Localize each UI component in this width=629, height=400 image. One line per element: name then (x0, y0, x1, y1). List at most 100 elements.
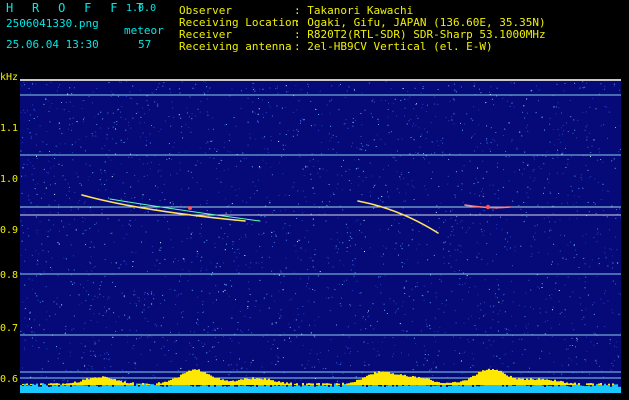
signal-peak-bar (280, 382, 282, 385)
noise-dot (339, 303, 341, 305)
noise-floor-bar (612, 385, 614, 393)
noise-dot (45, 286, 47, 288)
noise-dot (214, 247, 216, 249)
noise-dot (490, 344, 492, 346)
noise-dot (408, 244, 410, 246)
noise-dot (574, 82, 576, 84)
noise-dot (402, 301, 404, 303)
noise-dot (170, 125, 172, 127)
noise-dot (415, 212, 417, 214)
signal-peak-bar (456, 382, 458, 385)
noise-dot (527, 130, 529, 132)
noise-dot (129, 329, 131, 331)
noise-dot (176, 323, 178, 325)
noise-dot (600, 83, 602, 85)
signal-peak-bar (128, 383, 130, 385)
noise-dot (327, 350, 329, 352)
noise-dot (413, 108, 415, 110)
noise-dot (433, 362, 434, 364)
noise-dot (403, 218, 405, 219)
noise-dot (139, 122, 141, 124)
noise-dot (88, 96, 90, 97)
noise-dot (380, 138, 382, 140)
noise-dot (321, 201, 323, 203)
noise-dot (384, 143, 386, 145)
noise-dot (145, 231, 147, 233)
signal-peak-bar (600, 383, 602, 385)
noise-floor-bar (130, 384, 132, 393)
noise-dot (418, 127, 420, 129)
signal-peak-bar (30, 383, 32, 385)
noise-dot (158, 269, 160, 271)
noise-dot (615, 283, 616, 285)
noise-floor-bar (312, 383, 314, 393)
noise-floor-bar (538, 384, 540, 393)
noise-dot (544, 333, 546, 335)
noise-dot (116, 121, 118, 123)
noise-dot (162, 85, 164, 87)
noise-dot (83, 100, 85, 101)
noise-dot (618, 292, 620, 294)
noise-dot (228, 295, 230, 297)
noise-dot (333, 194, 335, 195)
noise-dot (448, 85, 450, 87)
noise-dot (30, 137, 32, 139)
noise-dot (253, 88, 255, 90)
noise-dot (87, 179, 89, 181)
noise-dot (45, 187, 47, 189)
noise-dot (543, 192, 544, 194)
noise-dot (192, 353, 194, 355)
noise-dot (326, 256, 328, 258)
noise-dot (330, 339, 332, 341)
noise-dot (451, 290, 453, 292)
noise-dot (341, 189, 343, 191)
signal-peak-bar (534, 379, 536, 385)
noise-dot (598, 148, 600, 150)
noise-dot (188, 127, 190, 128)
noise-dot (178, 332, 180, 334)
noise-dot (408, 120, 410, 122)
noise-dot (479, 213, 481, 215)
noise-dot (434, 330, 436, 332)
noise-dot (187, 280, 189, 282)
noise-dot (280, 309, 282, 311)
noise-dot (110, 96, 112, 97)
noise-dot (204, 343, 206, 345)
noise-dot (554, 221, 556, 223)
noise-dot (189, 275, 191, 276)
noise-dot (204, 93, 206, 95)
signal-peak-bar (536, 379, 538, 385)
noise-dot (524, 349, 526, 351)
signal-peak-bar (316, 383, 318, 385)
noise-dot (264, 216, 266, 218)
signal-peak-bar (494, 370, 496, 385)
noise-dot (204, 81, 206, 83)
noise-dot (112, 336, 114, 338)
noise-dot (144, 291, 146, 293)
noise-dot (130, 153, 131, 155)
noise-dot (90, 305, 92, 307)
noise-dot (572, 329, 574, 331)
noise-dot (454, 89, 456, 91)
noise-dot (302, 345, 304, 347)
noise-dot (349, 303, 351, 305)
noise-dot (102, 315, 104, 316)
noise-dot (23, 333, 25, 335)
noise-dot (100, 111, 102, 113)
noise-dot (530, 255, 532, 257)
noise-dot (249, 133, 251, 135)
noise-dot (58, 86, 59, 88)
noise-dot (354, 159, 356, 161)
noise-dot (537, 204, 539, 206)
noise-dot (33, 167, 35, 169)
noise-dot (556, 83, 558, 85)
noise-dot (101, 212, 103, 214)
signal-peak-bar (306, 383, 308, 385)
noise-dot (66, 194, 67, 196)
noise-dot (223, 360, 224, 362)
signal-peak-bar (394, 374, 396, 385)
noise-dot (71, 129, 73, 131)
noise-dot (394, 248, 396, 250)
signal-peak-bar (558, 381, 560, 385)
noise-dot (511, 139, 513, 141)
